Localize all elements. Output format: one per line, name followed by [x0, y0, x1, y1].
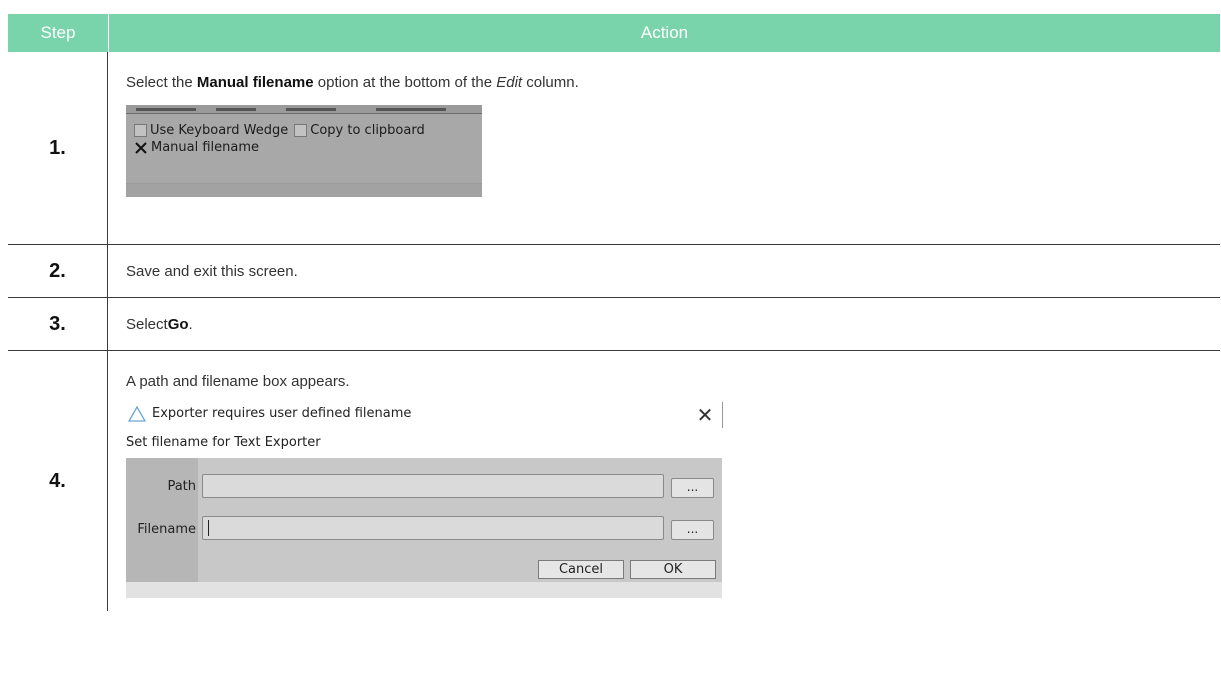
- filename-input[interactable]: [202, 516, 664, 540]
- step-number: 1.: [8, 52, 108, 244]
- instruction-text: A path and filename box appears.: [126, 373, 350, 390]
- keyboard-wedge-label: Use Keyboard Wedge: [150, 123, 289, 138]
- copy-clipboard-checkbox[interactable]: [294, 124, 308, 137]
- keyword: Go: [167, 315, 189, 333]
- checkbox-line-2: Manual filename: [134, 140, 259, 155]
- table-row: 2. Save and exit this screen.: [8, 245, 1220, 298]
- emphasis: Edit: [496, 74, 523, 91]
- options-screenshot: Use Keyboard Wedge Copy to clipboard Man…: [126, 105, 482, 197]
- path-browse-button[interactable]: ...: [671, 478, 714, 498]
- x-check-icon: [135, 141, 147, 154]
- filename-label: Filename: [137, 522, 196, 537]
- manual-filename-checkbox[interactable]: [134, 141, 148, 155]
- ok-button[interactable]: OK: [630, 560, 716, 579]
- dialog-titlebar: Exporter requires user defined filename …: [126, 402, 723, 428]
- cropped-top-edge: [126, 105, 482, 114]
- checkbox-line-1: Use Keyboard Wedge Copy to clipboard: [134, 123, 425, 138]
- procedure-table: Step Action 1. Select the Manual filenam…: [8, 14, 1220, 611]
- filename-browse-button[interactable]: ...: [671, 520, 714, 540]
- header-action: Action: [640, 23, 689, 42]
- copy-clipboard-label: Copy to clipboard: [310, 123, 425, 138]
- step-action: Select Go.: [126, 315, 193, 333]
- path-label: Path: [167, 479, 196, 494]
- keyword: Manual filename: [196, 74, 314, 91]
- header-step: Step: [8, 14, 109, 52]
- close-icon[interactable]: ✕: [694, 402, 716, 428]
- table-row: 1. Select the Manual filename option at …: [8, 52, 1220, 245]
- dialog-subtitle: Set filename for Text Exporter: [126, 435, 321, 450]
- text-caret: [208, 520, 209, 536]
- step-action: Save and exit this screen.: [126, 262, 298, 280]
- table-header: Step Action: [8, 14, 1220, 52]
- step-action: Select the Manual filename option at the…: [108, 52, 1220, 244]
- table-row: 4. A path and filename box appears. Expo…: [8, 351, 1220, 611]
- instruction-text: Select the Manual filename option at the…: [126, 74, 579, 91]
- step-action: A path and filename box appears. Exporte…: [108, 351, 1220, 611]
- dialog-title: Exporter requires user defined filename: [152, 406, 412, 421]
- path-input[interactable]: [202, 474, 664, 498]
- filename-dialog: Exporter requires user defined filename …: [126, 402, 723, 598]
- step-number: 2.: [8, 245, 108, 297]
- manual-filename-label: Manual filename: [151, 140, 260, 155]
- step-number: 4.: [8, 351, 108, 611]
- dialog-form: Path ... Filename ... Cancel OK: [126, 458, 722, 598]
- cropped-bottom-edge: [126, 183, 482, 197]
- step-number: 3.: [8, 298, 108, 350]
- label-column: [126, 458, 198, 582]
- triangle-app-icon: [127, 405, 147, 426]
- table-row: 3. Select Go.: [8, 298, 1220, 351]
- keyboard-wedge-checkbox[interactable]: [134, 124, 147, 137]
- dialog-footer: [126, 582, 722, 598]
- cancel-button[interactable]: Cancel: [538, 560, 624, 579]
